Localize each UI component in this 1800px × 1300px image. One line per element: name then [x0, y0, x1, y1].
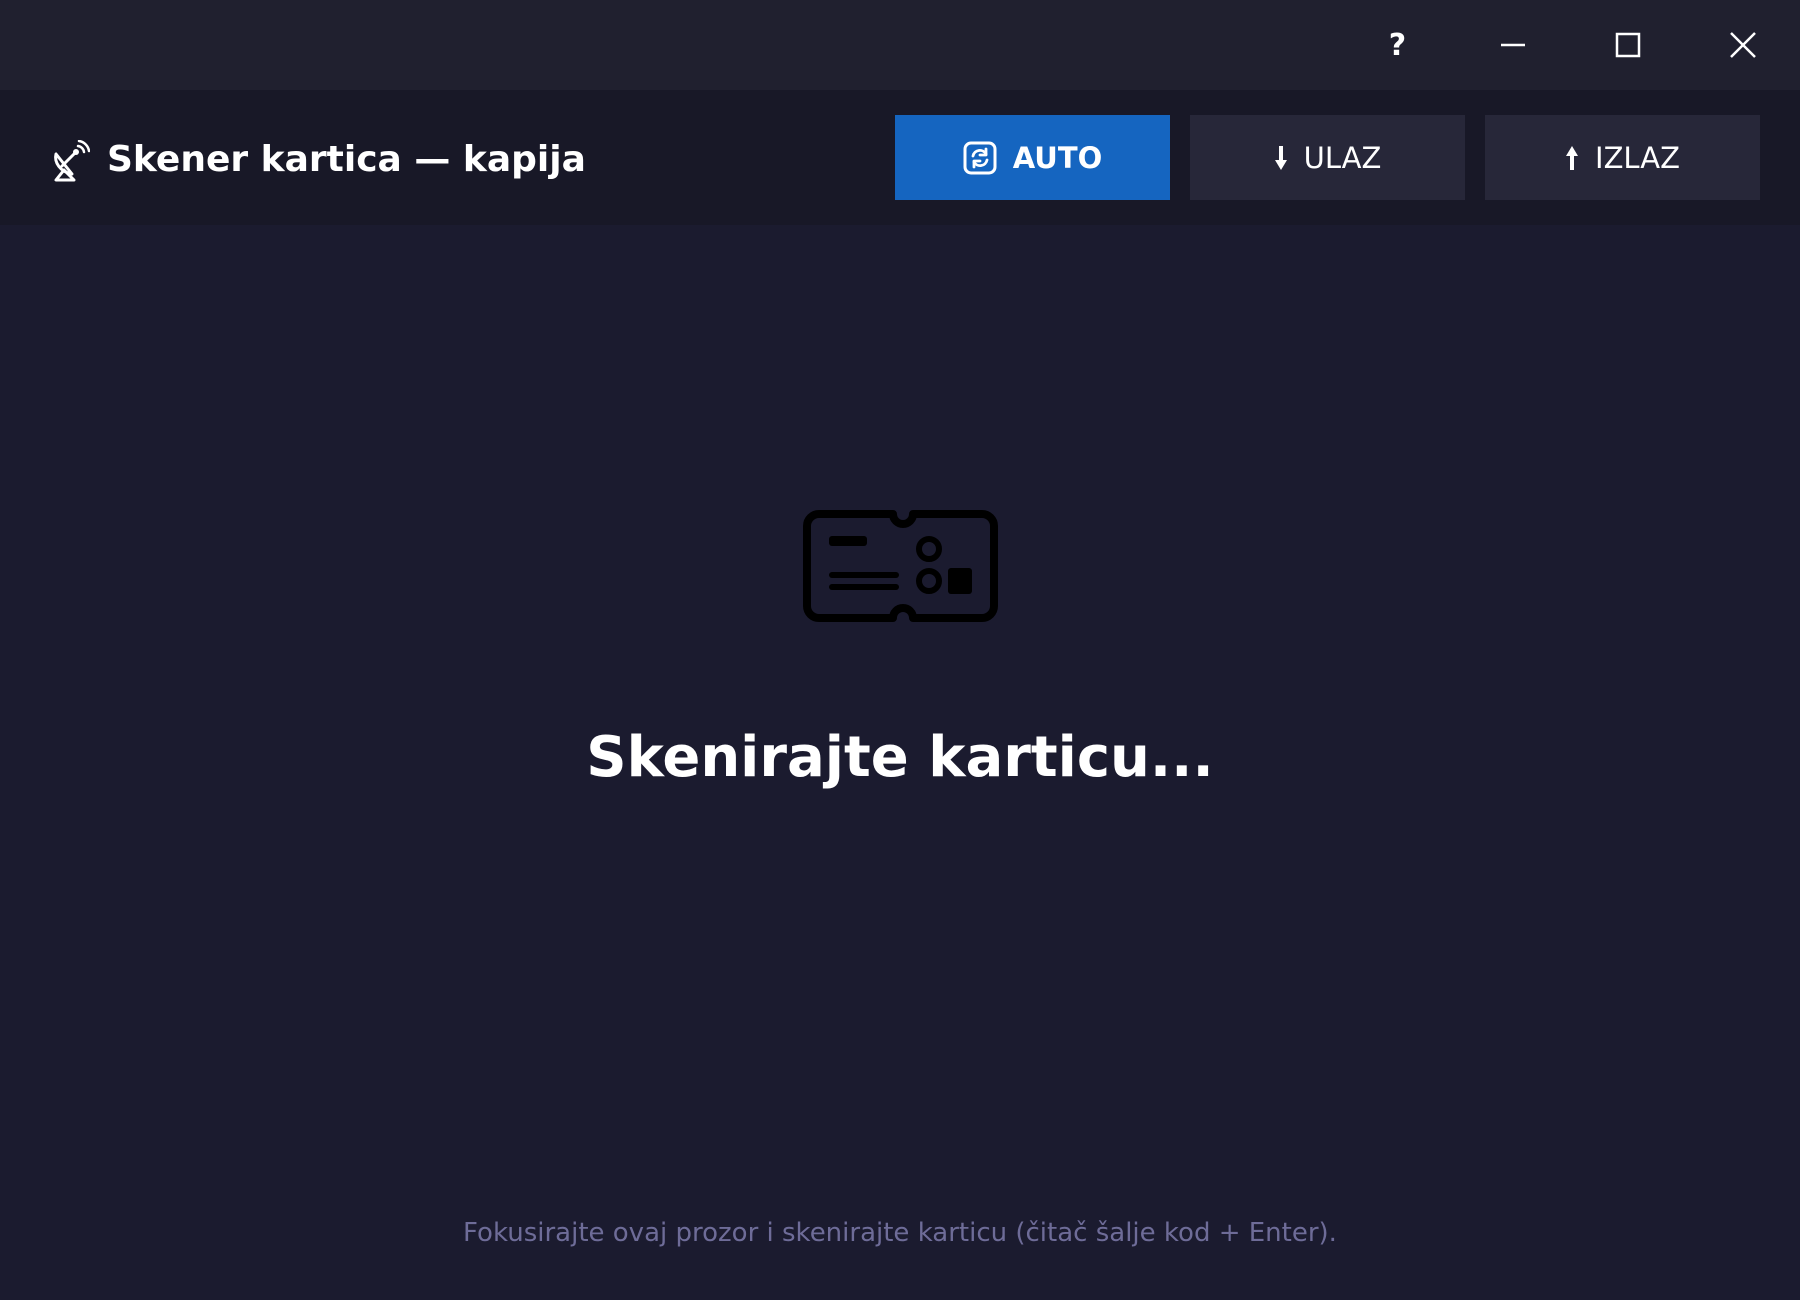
satellite-dish-icon	[54, 140, 90, 182]
help-button[interactable]: ?	[1340, 0, 1455, 90]
maximize-button[interactable]	[1570, 0, 1685, 90]
arrow-up-icon	[1565, 144, 1579, 172]
maximize-icon	[1615, 32, 1640, 58]
close-icon	[1729, 32, 1756, 58]
mode-auto-label: AUTO	[1012, 140, 1103, 175]
mode-ulaz-label: ULAZ	[1303, 140, 1382, 175]
minimize-button[interactable]	[1455, 0, 1570, 90]
sync-icon	[963, 141, 997, 175]
id-card-icon	[803, 510, 998, 622]
scan-hint: Fokusirajte ovaj prozor i skenirajte kar…	[463, 1218, 1337, 1248]
arrow-down-icon	[1274, 144, 1288, 172]
mode-izlaz-button[interactable]: IZLAZ	[1485, 115, 1760, 200]
title-bar: ?	[0, 0, 1800, 90]
mode-ulaz-button[interactable]: ULAZ	[1190, 115, 1465, 200]
app-title: Skener kartica — kapija	[107, 139, 586, 180]
mode-izlaz-label: IZLAZ	[1595, 140, 1680, 175]
minimize-icon	[1500, 43, 1525, 47]
help-icon: ?	[1388, 27, 1407, 63]
app-window: ? Skener kartica — kapija AUTO ULAZ IZLA…	[0, 0, 1800, 1300]
scan-prompt: Skenirajte karticu...	[586, 725, 1214, 790]
mode-auto-button[interactable]: AUTO	[895, 115, 1170, 200]
close-button[interactable]	[1685, 0, 1800, 90]
